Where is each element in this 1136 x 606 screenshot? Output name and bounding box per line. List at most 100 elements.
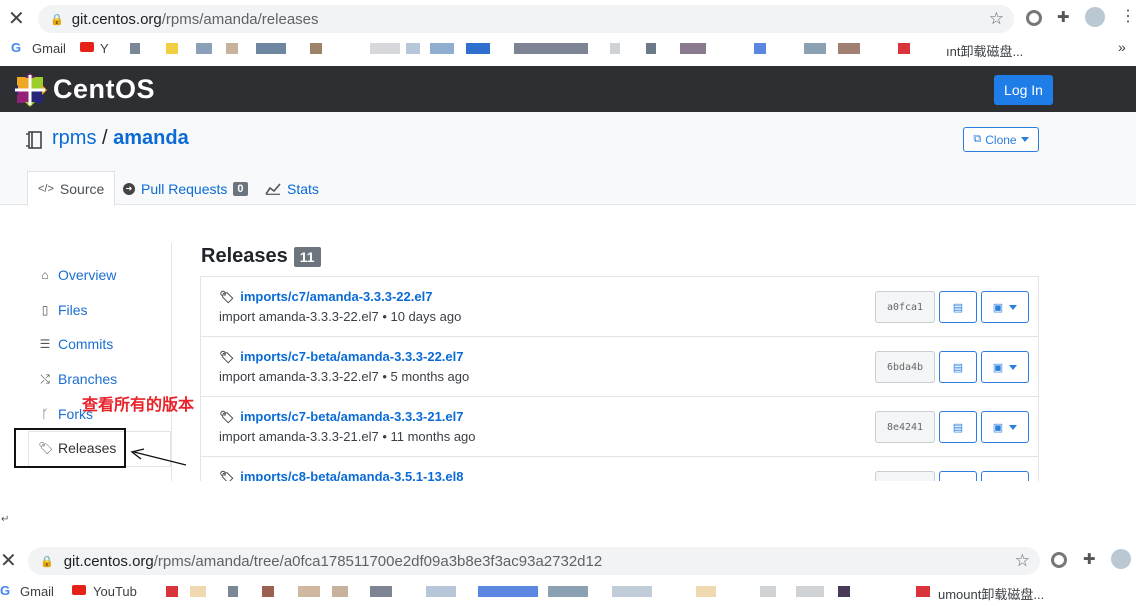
repo-title: rpms / amanda	[52, 127, 189, 150]
release-tag-link[interactable]: imports/c7-beta/amanda-3.3.3-21.el7	[240, 409, 463, 424]
repo-name-link[interactable]: amanda	[113, 127, 189, 149]
star-icon[interactable]: ☆	[1015, 551, 1030, 571]
star-icon[interactable]: ☆	[989, 9, 1004, 29]
bookmark-redacted[interactable]	[332, 586, 348, 597]
menu-icon[interactable]: ⋮	[1120, 6, 1136, 26]
bookmark-redacted[interactable]	[754, 43, 766, 54]
record-icon[interactable]	[1051, 552, 1067, 568]
browse-files-button[interactable]	[939, 471, 977, 481]
address-bar[interactable]: 🔒 git.centos.org/rpms/amanda/tree/a0fca1…	[28, 547, 1040, 575]
bookmark-redacted[interactable]	[514, 43, 588, 54]
url-host: git.centos.org	[71, 10, 162, 28]
bookmark-redacted[interactable]	[190, 586, 206, 597]
close-icon[interactable]: ✕	[8, 6, 25, 31]
close-icon[interactable]: ✕	[0, 548, 17, 573]
extensions-icon[interactable]: ✚	[1083, 550, 1096, 568]
tab-source[interactable]: </> Source	[27, 171, 116, 206]
annotation-label: 查看所有的版本	[82, 397, 195, 414]
bookmark-redacted[interactable]	[430, 43, 454, 54]
tab-pull-requests-label: Pull Requests	[141, 180, 228, 197]
google-icon: G	[11, 40, 22, 55]
code-icon: </>	[38, 182, 54, 195]
release-name: 🏷 imports/c7-beta/amanda-3.3.3-22.el7	[219, 349, 464, 364]
bookmark-redacted[interactable]	[804, 43, 826, 54]
bookmark-redacted[interactable]	[228, 586, 238, 597]
browse-files-button[interactable]: ▤	[939, 411, 977, 443]
bookmark-gmail[interactable]: Gmail	[32, 41, 66, 56]
bookmark-redacted[interactable]	[898, 43, 910, 54]
browse-files-button[interactable]: ▤	[939, 291, 977, 323]
bookmark-redacted[interactable]	[130, 43, 140, 54]
bookmark-redacted[interactable]	[680, 43, 706, 54]
repo-separator: /	[102, 127, 108, 149]
bookmark-redacted[interactable]	[466, 43, 490, 54]
login-button[interactable]: Log In	[994, 75, 1053, 105]
brand-name[interactable]: CentOS	[53, 74, 155, 105]
avatar[interactable]	[1111, 549, 1131, 569]
bookmark-umount[interactable]: ınt卸载磁盘...	[946, 41, 1023, 60]
bookmark-gmail[interactable]: Gmail	[20, 584, 54, 599]
centos-logo-icon[interactable]	[13, 73, 47, 107]
download-button[interactable]	[981, 471, 1029, 481]
sidebar-item-overview[interactable]: ⌂ Overview	[38, 267, 116, 283]
sidebar-item-commits[interactable]: ☰ Commits	[38, 336, 114, 352]
release-row: 🏷 imports/c7-beta/amanda-3.3.3-22.el7 im…	[201, 337, 1038, 397]
bookmark-redacted[interactable]	[916, 586, 930, 597]
bookmark-redacted[interactable]	[612, 586, 652, 597]
commit-hash-button[interactable]	[875, 471, 935, 481]
url-path: /rpms/amanda/releases	[161, 10, 319, 28]
bookmark-youtube[interactable]: Y	[100, 41, 109, 56]
extensions-icon[interactable]: ✚	[1057, 8, 1070, 26]
bookmark-redacted[interactable]	[166, 43, 178, 54]
bookmark-redacted[interactable]	[838, 43, 860, 54]
sidebar-item-files[interactable]: ▯ Files	[38, 302, 88, 318]
bookmark-redacted[interactable]	[406, 43, 420, 54]
bookmarks-more[interactable]: »	[1118, 39, 1126, 55]
bookmark-youtube[interactable]: YouTub	[93, 584, 137, 599]
bookmark-redacted[interactable]	[548, 586, 588, 597]
release-tag-link[interactable]: imports/c7-beta/amanda-3.3.3-22.el7	[240, 349, 463, 364]
sidebar-item-label: Files	[58, 302, 88, 318]
file-code-icon: ▤	[952, 421, 964, 434]
bookmark-redacted[interactable]	[166, 586, 178, 597]
browse-files-button[interactable]: ▤	[939, 351, 977, 383]
releases-title: Releases	[201, 245, 288, 267]
tab-pull-requests[interactable]: ➜ Pull Requests 0	[123, 171, 248, 206]
commit-hash-button[interactable]: 8e4241	[875, 411, 935, 443]
release-tag-link[interactable]: imports/c8-beta/amanda-3.5.1-13.el8	[240, 469, 463, 481]
bookmark-redacted[interactable]	[226, 43, 238, 54]
bookmark-redacted[interactable]	[256, 43, 286, 54]
bookmark-redacted[interactable]	[646, 43, 656, 54]
tab-source-label: Source	[59, 180, 105, 197]
bookmark-redacted[interactable]	[796, 586, 824, 597]
bookmark-redacted[interactable]	[478, 586, 538, 597]
repo-namespace-link[interactable]: rpms	[52, 127, 96, 149]
release-tag-link[interactable]: imports/c7/amanda-3.3.3-22.el7	[240, 289, 432, 304]
address-bar[interactable]: 🔒 git.centos.org/rpms/amanda/releases ☆	[38, 5, 1014, 33]
tab-stats[interactable]: Stats	[265, 171, 319, 206]
download-button[interactable]: ▣	[981, 291, 1029, 323]
clone-button[interactable]: ⧉ Clone	[963, 127, 1039, 152]
bookmark-redacted[interactable]	[262, 586, 274, 597]
commit-hash-button[interactable]: a0fca1	[875, 291, 935, 323]
paragraph-mark: ↵	[1, 514, 10, 525]
bookmark-umount[interactable]: umount卸载磁盘...	[938, 584, 1044, 603]
bookmark-redacted[interactable]	[370, 586, 392, 597]
download-button[interactable]: ▣	[981, 351, 1029, 383]
url-path: /rpms/amanda/tree/a0fca178511700e2df09a3…	[153, 552, 603, 570]
bookmark-redacted[interactable]	[838, 586, 850, 597]
avatar[interactable]	[1085, 7, 1105, 27]
bookmark-redacted[interactable]	[310, 43, 322, 54]
bookmark-redacted[interactable]	[298, 586, 320, 597]
record-icon[interactable]	[1026, 10, 1042, 26]
commit-hash-button[interactable]: 6bda4b	[875, 351, 935, 383]
download-button[interactable]: ▣	[981, 411, 1029, 443]
bookmark-redacted[interactable]	[760, 586, 776, 597]
sidebar-item-branches[interactable]: ⤭ Branches	[38, 371, 117, 387]
tag-icon: 🏷	[219, 289, 235, 304]
bookmark-redacted[interactable]	[610, 43, 620, 54]
bookmark-redacted[interactable]	[696, 586, 716, 597]
bookmark-redacted[interactable]	[370, 43, 400, 54]
bookmark-redacted[interactable]	[196, 43, 212, 54]
bookmark-redacted[interactable]	[426, 586, 456, 597]
